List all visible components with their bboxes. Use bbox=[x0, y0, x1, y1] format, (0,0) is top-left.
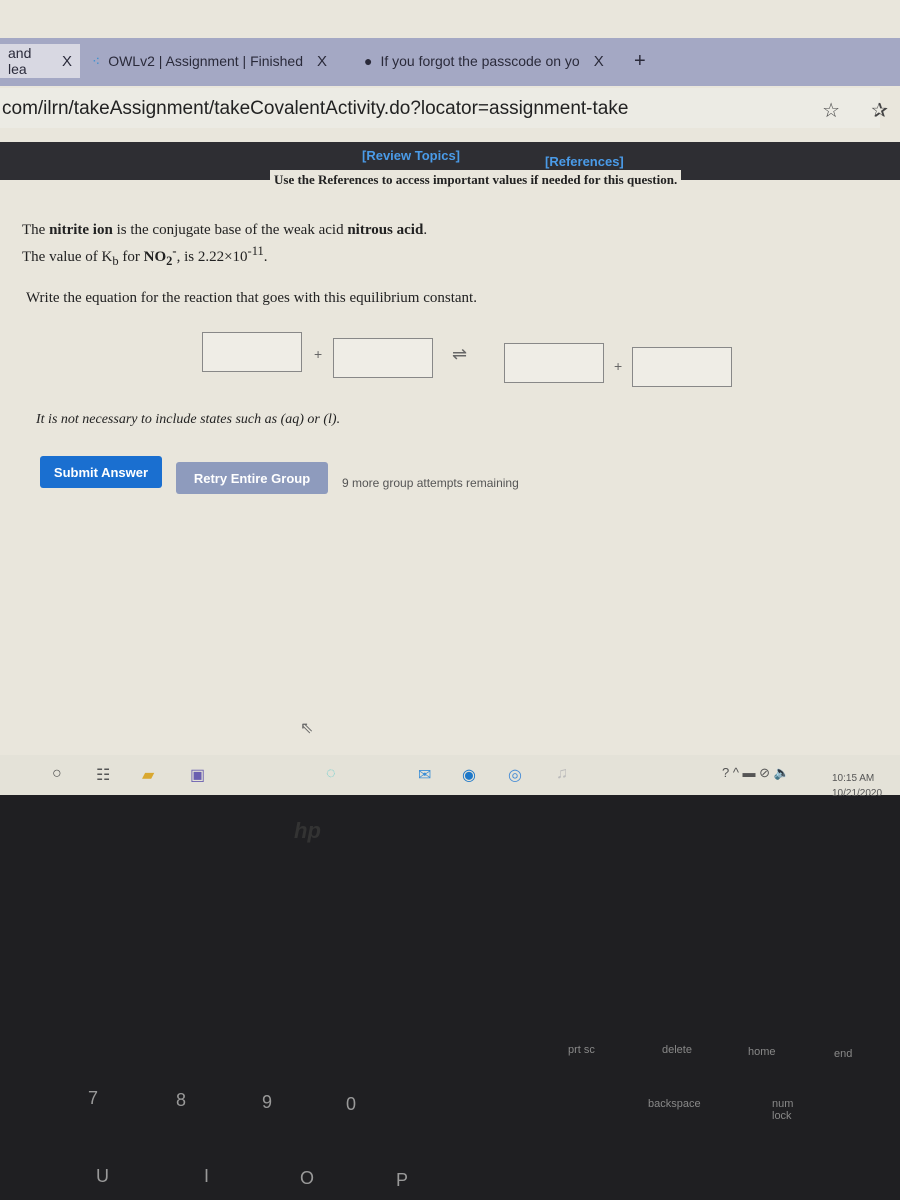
question-line-2: The value of Kb for NO2-, is 2.22×10-11. bbox=[22, 244, 268, 268]
key-8[interactable]: 8 bbox=[176, 1090, 186, 1111]
monitor-screen: and lea X ⁖ OWLv2 | Assignment | Finished X… bbox=[0, 0, 900, 799]
favorites-icon[interactable]: ✰ bbox=[871, 98, 888, 123]
question-line-1: The nitrite ion is the conjugate base of… bbox=[22, 222, 428, 238]
states-note: It is not necessary to include states su… bbox=[36, 412, 341, 427]
tab-1[interactable]: and lea X bbox=[0, 44, 80, 78]
tab-passcode[interactable]: ● If you forgot the passcode on yo X bbox=[356, 44, 626, 78]
edge-icon[interactable]: ◉ bbox=[462, 765, 476, 785]
reactant-1-input[interactable] bbox=[202, 332, 302, 372]
itunes-icon[interactable]: ♫ bbox=[556, 765, 568, 783]
chrome-icon[interactable]: ◎ bbox=[508, 765, 522, 785]
review-topics-link[interactable]: [Review Topics] bbox=[362, 148, 460, 163]
key-numlock[interactable]: num lock bbox=[772, 1098, 808, 1122]
key-home[interactable]: home bbox=[748, 1046, 776, 1058]
submit-answer-button[interactable]: Submit Answer bbox=[40, 456, 162, 488]
equilibrium-arrow: ⇌ bbox=[452, 344, 468, 364]
search-icon[interactable]: ○ bbox=[52, 765, 62, 783]
instruction: Write the equation for the reaction that… bbox=[26, 290, 477, 306]
references-note: Use the References to access important v… bbox=[270, 170, 682, 190]
new-tab-button[interactable]: + bbox=[626, 44, 654, 78]
close-icon[interactable]: X bbox=[62, 53, 72, 70]
key-7[interactable]: 7 bbox=[88, 1088, 98, 1109]
tab-owlv2[interactable]: ⁖ OWLv2 | Assignment | Finished X bbox=[84, 44, 344, 78]
reactant-2-input[interactable] bbox=[333, 338, 433, 378]
cursor-icon: ⇖ bbox=[300, 720, 314, 737]
taskbar: ○ ☷ ▰ ▣ ◌ ✉ ◉ ◎ ♫ ? ^ ▬ ⊘ 🔈 10:15 AM 10/… bbox=[0, 755, 900, 799]
key-p[interactable]: P bbox=[396, 1170, 408, 1191]
key-backspace[interactable]: backspace bbox=[648, 1098, 701, 1110]
cortana-icon[interactable]: ◌ bbox=[326, 765, 336, 783]
plus-sign: + bbox=[614, 358, 623, 374]
product-1-input[interactable] bbox=[504, 343, 604, 383]
url-text: com/ilrn/takeAssignment/takeCovalentActi… bbox=[2, 98, 629, 119]
key-delete[interactable]: delete bbox=[662, 1044, 692, 1056]
key-0[interactable]: 0 bbox=[346, 1094, 356, 1115]
address-bar[interactable]: com/ilrn/takeAssignment/takeCovalentActi… bbox=[0, 88, 888, 128]
close-icon[interactable]: X bbox=[594, 53, 604, 70]
clock-time: 10:15 AM bbox=[832, 773, 875, 784]
key-end[interactable]: end bbox=[834, 1048, 852, 1060]
store-icon[interactable]: ▣ bbox=[190, 765, 205, 785]
plus-sign: + bbox=[314, 346, 323, 362]
close-icon[interactable]: X bbox=[317, 53, 327, 70]
owl-icon: ⁖ bbox=[92, 52, 101, 69]
system-tray-icons[interactable]: ? ^ ▬ ⊘ 🔈 bbox=[722, 765, 790, 781]
clock-date: 10/21/2020 bbox=[832, 788, 883, 799]
attempts-remaining: 9 more group attempts remaining bbox=[342, 476, 519, 490]
tab-bar: and lea X ⁖ OWLv2 | Assignment | Finished X… bbox=[0, 38, 900, 86]
key-o[interactable]: O bbox=[300, 1168, 314, 1189]
mail-icon[interactable]: ✉ bbox=[418, 765, 431, 785]
star-icon[interactable]: ☆ bbox=[822, 98, 840, 123]
file-explorer-icon[interactable]: ▰ bbox=[142, 765, 154, 785]
apple-icon: ● bbox=[364, 53, 373, 69]
key-prtsc[interactable]: prt sc bbox=[568, 1044, 595, 1056]
task-view-icon[interactable]: ☷ bbox=[96, 765, 110, 785]
references-link[interactable]: [References] bbox=[545, 154, 624, 169]
key-i[interactable]: I bbox=[204, 1166, 209, 1187]
hp-logo: hp bbox=[294, 818, 321, 843]
key-u[interactable]: U bbox=[96, 1166, 109, 1187]
key-9[interactable]: 9 bbox=[262, 1092, 272, 1113]
retry-entire-group-button[interactable]: Retry Entire Group bbox=[176, 462, 328, 494]
product-2-input[interactable] bbox=[632, 347, 732, 387]
